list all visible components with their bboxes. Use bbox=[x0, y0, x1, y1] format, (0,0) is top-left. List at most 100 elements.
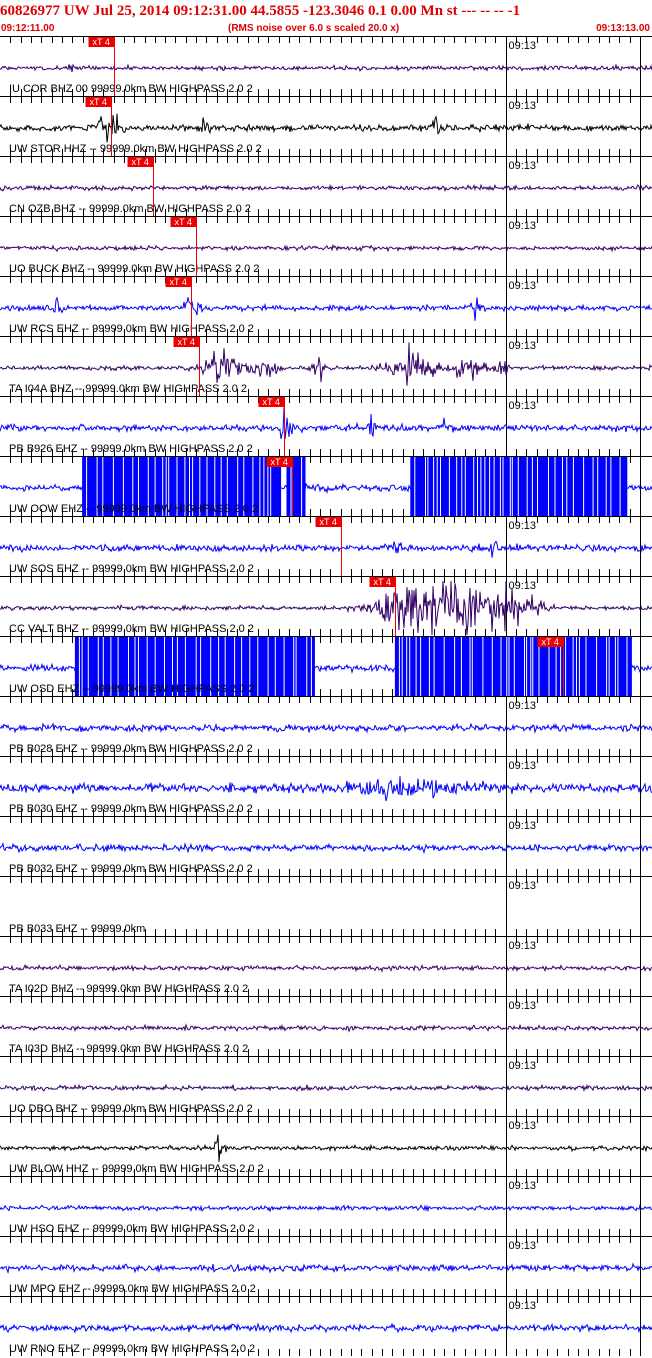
waveform-trace bbox=[0, 776, 652, 802]
station-label: UW MPO EHZ -- 99999.0km BW HIGHPASS 2.0 … bbox=[9, 1283, 256, 1295]
station-label: UW BLOW HHZ -- 99999.0km BW HIGHPASS 2.0… bbox=[9, 1163, 264, 1175]
waveform-trace bbox=[0, 1134, 652, 1162]
waveform-trace bbox=[0, 841, 652, 855]
pick-label: xT 4 bbox=[271, 457, 288, 467]
station-label: PB B028 EHZ -- 99999.0km BW HIGHPASS 2.0… bbox=[9, 743, 253, 755]
waveform-trace bbox=[0, 1083, 652, 1092]
minute-tick-label: 09:13 bbox=[509, 1240, 537, 1252]
trace-panel: 09:13UW OSD EHZ -- 99999.0km BW HIGHPASS… bbox=[0, 636, 652, 696]
pick-label: xT 4 bbox=[170, 277, 187, 287]
station-label: CC VALT BHZ -- 99999.0km BW HIGHPASS 2.0… bbox=[9, 623, 254, 635]
minute-tick-label: 09:13 bbox=[509, 280, 537, 292]
minute-tick-label: 09:13 bbox=[509, 40, 537, 52]
station-label: TA I04A BHZ -- 99999.0km BW HIGHPASS 2.0… bbox=[9, 383, 247, 395]
seismogram-plot: 09:13 IU COR BHZ 00 99999.0km BW HIGHPASS… bbox=[0, 36, 652, 1356]
station-label: PB B926 EHZ -- 99999.0km BW HIGHPASS 2.0… bbox=[9, 443, 253, 455]
pick-label: xT 4 bbox=[542, 637, 559, 647]
waveform-trace bbox=[0, 1322, 652, 1334]
minute-tick-label: 09:13 bbox=[509, 160, 537, 172]
minute-tick-label: 09:13 bbox=[509, 760, 537, 772]
saturated-signal bbox=[394, 637, 632, 696]
waveform-trace bbox=[0, 1262, 652, 1275]
pick-label: xT 4 bbox=[178, 337, 195, 347]
chart-subtitle: (RMS noise over 6.0 s scaled 20.0 x) bbox=[228, 23, 400, 34]
pick-label: xT 4 bbox=[263, 397, 280, 407]
trace-panel: 09:13 UW HSO EHZ -- 99999.0km BW HIGHPASS… bbox=[0, 1176, 652, 1236]
minute-tick-label: 09:13 bbox=[509, 580, 537, 592]
end-time: 09:13:13.00 bbox=[596, 23, 650, 34]
station-label: UW HSO EHZ -- 99999.0km BW HIGHPASS 2.0 … bbox=[9, 1223, 255, 1235]
trace-panel: 09:13 PB B028 EHZ -- 99999.0km BW HIGHPAS… bbox=[0, 696, 652, 756]
trace-panel: 09:13 TA I03D BHZ -- 99999.0km BW HIGHPAS… bbox=[0, 996, 652, 1056]
station-label: UW SOS EHZ -- 99999.0km BW HIGHPASS 2.0 … bbox=[9, 563, 254, 575]
minute-tick-label: 09:13 bbox=[509, 700, 537, 712]
trace-panel: 09:13 TA I04A BHZ -- 99999.0km BW HIGHPAS… bbox=[0, 336, 652, 396]
pick-label: xT 4 bbox=[320, 517, 337, 527]
station-label: UW OOW EHZ -- 99999.0km BW HIGHPASS 2.0 … bbox=[9, 503, 258, 515]
trace-panel: 09:13 PB B926 EHZ -- 99999.0km BW HIGHPAS… bbox=[0, 396, 652, 456]
record-title: 60826977 UW Jul 25, 2014 09:12:31.00 44.… bbox=[0, 3, 521, 19]
minute-tick-label: 09:13 bbox=[509, 1120, 537, 1132]
minute-tick-label: 09:13 bbox=[509, 820, 537, 832]
minute-tick-label: 09:13 bbox=[509, 340, 537, 352]
time-bar: 09:12:11.00 (RMS noise over 6.0 s scaled… bbox=[0, 22, 652, 36]
pick-label: xT 4 bbox=[93, 37, 110, 47]
station-label: TA I02D BHZ -- 99999.0km BW HIGHPASS 2.0… bbox=[9, 983, 248, 995]
station-label: CN OZB BHZ -- 99999.0km BW HIGHPASS 2.0 … bbox=[9, 203, 251, 215]
trace-panel: 09:13 TA I02D BHZ -- 99999.0km BW HIGHPAS… bbox=[0, 936, 652, 996]
station-label: PB B032 EHZ -- 99999.0km BW HIGHPASS 2.0… bbox=[9, 863, 253, 875]
trace-panel: 09:13 UW MPO EHZ -- 99999.0km BW HIGHPASS… bbox=[0, 1236, 652, 1296]
waveform-trace bbox=[0, 113, 652, 143]
station-label: UW RCS EHZ -- 99999.0km BW HIGHPASS 2.0 … bbox=[9, 323, 254, 335]
minute-tick-label: 09:13 bbox=[509, 1300, 537, 1312]
minute-tick-label: 09:13 bbox=[509, 1180, 537, 1192]
station-label: UW RNO EHZ -- 99999.0km BW HIGHPASS 2.0 … bbox=[9, 1343, 255, 1355]
trace-panel: 09:13 UW SOS EHZ -- 99999.0km BW HIGHPASS… bbox=[0, 516, 652, 576]
station-label: TA I03D BHZ -- 99999.0km BW HIGHPASS 2.0… bbox=[9, 1043, 248, 1055]
waveform-trace bbox=[0, 540, 652, 558]
minute-tick-label: 09:13 bbox=[509, 220, 537, 232]
trace-panel: 09:13 CC VALT BHZ -- 99999.0km BW HIGHPAS… bbox=[0, 576, 652, 636]
station-label: UW STOR HHZ -- 99999.0km BW HIGHPASS 2.0… bbox=[9, 143, 262, 155]
station-label: PB B033 EHZ -- 99999.0km bbox=[9, 923, 145, 935]
start-time: 09:12:11.00 bbox=[1, 23, 55, 34]
waveform-trace bbox=[0, 63, 652, 73]
trace-panel: 09:13 UO BUCK BHZ -- 99999.0km BW HIGHPAS… bbox=[0, 216, 652, 276]
minute-tick-label: 09:13 bbox=[509, 1060, 537, 1072]
trace-panel: 09:13 IU COR BHZ 00 99999.0km BW HIGHPASS… bbox=[0, 36, 652, 96]
waveform-trace bbox=[0, 243, 652, 253]
waveform-trace bbox=[0, 183, 652, 193]
trace-panel: 09:13 PB B030 EHZ -- 99999.0km BW HIGHPAS… bbox=[0, 756, 652, 816]
station-label: UO BUCK BHZ -- 99999.0km BW HIGHPASS 2.0… bbox=[9, 263, 259, 275]
minute-tick-label: 09:13 bbox=[509, 400, 537, 412]
waveform-trace bbox=[0, 963, 652, 973]
trace-panel: 09:13 UO DBO BHZ -- 99999.0km BW HIGHPASS… bbox=[0, 1056, 652, 1116]
waveform-trace bbox=[0, 342, 652, 386]
trace-panel: 09:13 UW RCS EHZ -- 99999.0km BW HIGHPASS… bbox=[0, 276, 652, 336]
station-label: UW OSD EHZ -- 99999.0km BW HIGHPASS 2.0 … bbox=[9, 683, 255, 695]
pick-label: xT 4 bbox=[175, 217, 192, 227]
minute-tick-label: 09:13 bbox=[509, 940, 537, 952]
station-label: PB B030 EHZ -- 99999.0km BW HIGHPASS 2.0… bbox=[9, 803, 253, 815]
waveform-trace bbox=[0, 407, 652, 440]
pick-label: xT 4 bbox=[132, 157, 149, 167]
waveform-trace bbox=[0, 296, 652, 321]
waveform-trace bbox=[0, 1203, 652, 1213]
trace-panel: 09:13 UW STOR HHZ -- 99999.0km BW HIGHPAS… bbox=[0, 96, 652, 156]
waveform-trace bbox=[0, 722, 652, 734]
station-label: UO DBO BHZ -- 99999.0km BW HIGHPASS 2.0 … bbox=[9, 1103, 253, 1115]
trace-panel: 09:13 PB B033 EHZ -- 99999.0km bbox=[0, 876, 652, 936]
trace-panel: 09:13 UW RNO EHZ -- 99999.0km BW HIGHPASS… bbox=[0, 1296, 652, 1356]
trace-panel: 09:13UW OOW EHZ -- 99999.0km BW HIGHPASS… bbox=[0, 456, 652, 516]
pick-label: xT 4 bbox=[90, 97, 107, 107]
trace-panel: 09:13 UW BLOW HHZ -- 99999.0km BW HIGHPAS… bbox=[0, 1116, 652, 1176]
station-label: IU COR BHZ 00 99999.0km BW HIGHPASS 2.0 … bbox=[9, 83, 253, 95]
trace-panel: 09:13 PB B032 EHZ -- 99999.0km BW HIGHPAS… bbox=[0, 816, 652, 876]
pick-label: xT 4 bbox=[374, 577, 391, 587]
minute-tick-label: 09:13 bbox=[509, 880, 537, 892]
waveform-trace bbox=[0, 1023, 652, 1033]
minute-tick-label: 09:13 bbox=[509, 1000, 537, 1012]
minute-tick-label: 09:13 bbox=[509, 100, 537, 112]
minute-tick-label: 09:13 bbox=[509, 520, 537, 532]
trace-panel: 09:13 CN OZB BHZ -- 99999.0km BW HIGHPASS… bbox=[0, 156, 652, 216]
